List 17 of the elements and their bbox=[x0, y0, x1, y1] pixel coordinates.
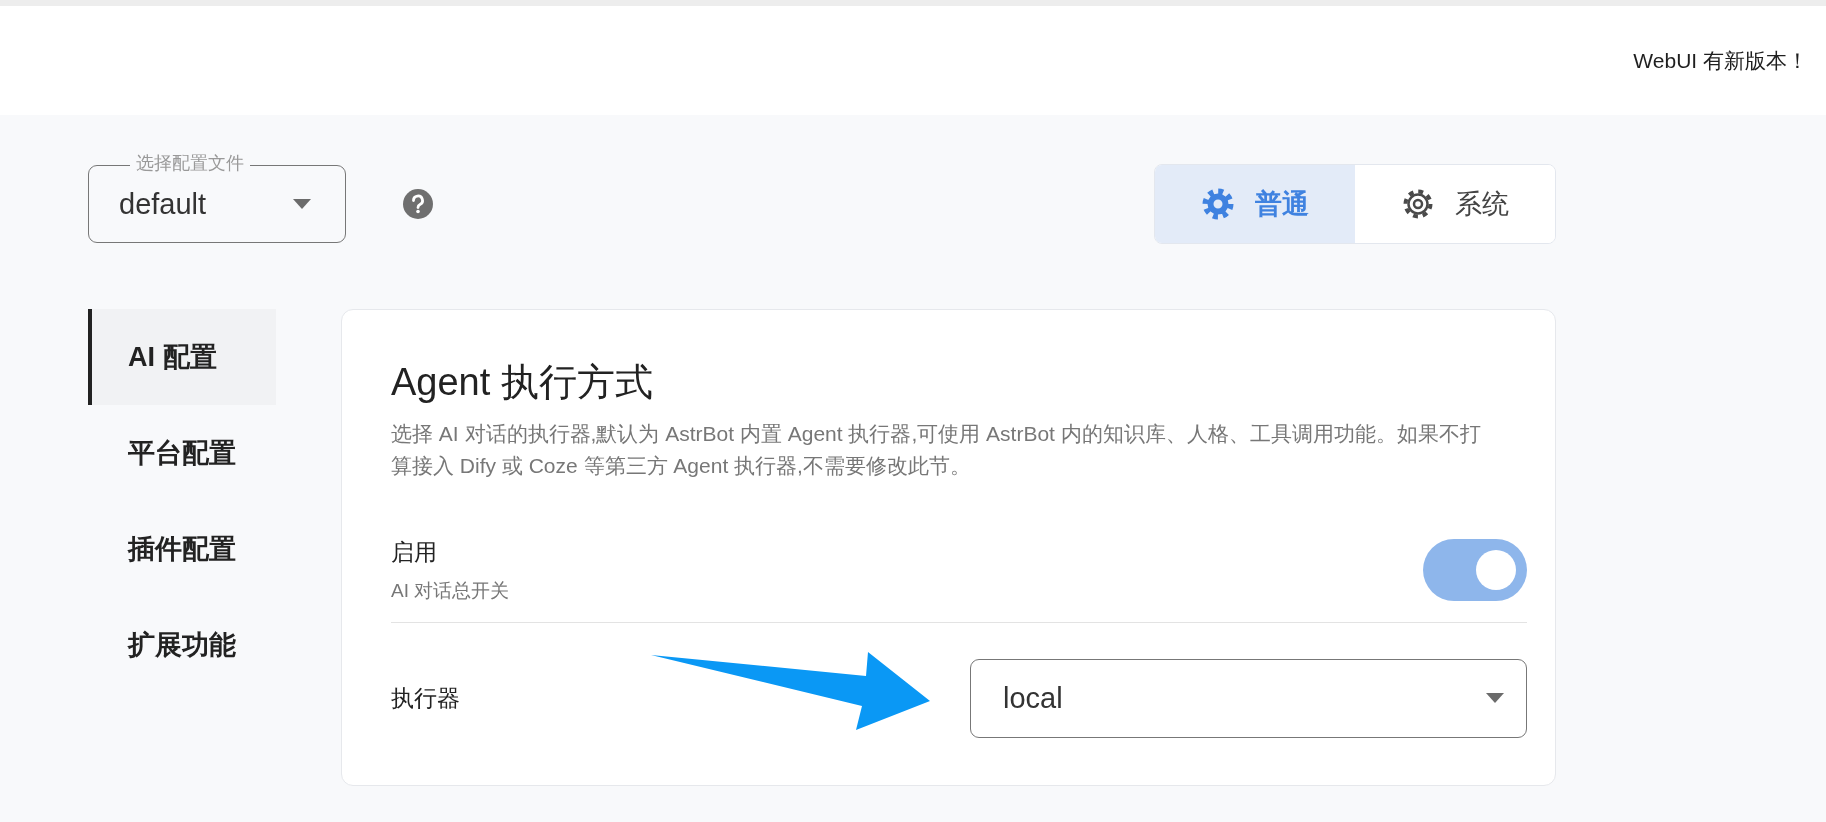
setting-label: 启用 bbox=[391, 537, 438, 567]
caret-icon bbox=[1486, 693, 1504, 703]
sidebar-item[interactable]: 插件配置 bbox=[88, 501, 276, 597]
update-notice: WebUI 有新版本！ bbox=[1633, 47, 1808, 74]
section-title: Agent 执行方式 bbox=[391, 360, 654, 404]
sidebar-item[interactable]: 平台配置 bbox=[88, 405, 276, 501]
gear-icon bbox=[1201, 187, 1235, 221]
setting-hint: AI 对话总开关 bbox=[391, 578, 510, 603]
help-icon[interactable] bbox=[403, 189, 433, 219]
executor-select[interactable]: local bbox=[970, 658, 1527, 738]
caret-icon bbox=[293, 199, 311, 209]
section-description: 选择 AI 对话的执行器,默认为 AstrBot 内置 Agent 执行器,可使用 AstrBot 内的知识库、人格、工具调用功能。如果不打算接入 Dify 或 Coze 等第三方 Agent 执行器,不需要修改此节。 bbox=[391, 421, 1482, 479]
gear-icon bbox=[1401, 187, 1435, 221]
sidebar-item[interactable]: 扩展功能 bbox=[88, 597, 276, 693]
setting-label: 执行器 bbox=[391, 683, 460, 713]
sidebar-item[interactable]: AI 配置 bbox=[88, 309, 276, 405]
field-label: 选择配置文件 bbox=[130, 152, 250, 174]
